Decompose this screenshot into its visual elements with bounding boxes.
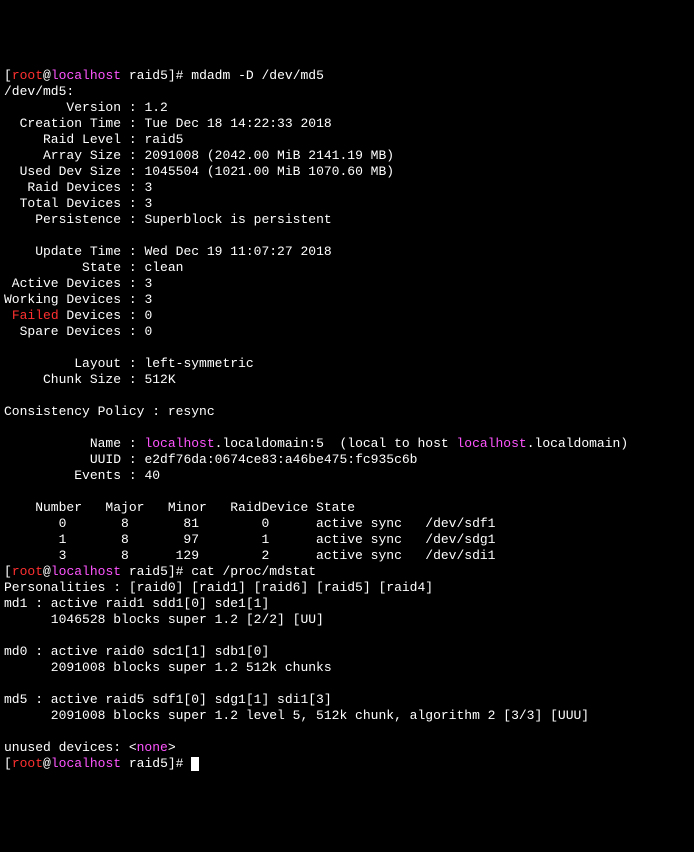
field-ctime: Creation Time : Tue Dec 18 14:22:33 2018 — [4, 116, 332, 131]
field-consistency-policy: Consistency Policy : resync — [4, 404, 215, 419]
field-raid-devices: Raid Devices : 3 — [4, 180, 152, 195]
mdstat-md1: md1 : active raid1 sdd1[0] sde1[1] — [4, 596, 269, 611]
field-raid-level: Raid Level : raid5 — [4, 132, 183, 147]
device-row: 0 8 81 0 active sync /dev/sdf1 — [4, 516, 495, 531]
terminal-output: [root@localhost raid5]# mdadm -D /dev/md… — [4, 68, 690, 772]
field-persistence: Persistence : Superblock is persistent — [4, 212, 332, 227]
field-name: Name : localhost.localdomain:5 (local to… — [4, 436, 628, 451]
field-failed-devices: Failed Devices : 0 — [4, 308, 152, 323]
field-chunk-size: Chunk Size : 512K — [4, 372, 176, 387]
cursor-icon — [191, 757, 199, 771]
host-text: localhost — [51, 68, 121, 83]
device-path: /dev/md5: — [4, 84, 74, 99]
field-uuid: UUID : e2df76da:0674ce83:a46be475:fc935c… — [4, 452, 417, 467]
field-active-devices: Active Devices : 3 — [4, 276, 152, 291]
mdstat-unused: unused devices: <none> — [4, 740, 176, 755]
mdstat-md0: md0 : active raid0 sdc1[1] sdb1[0] — [4, 644, 269, 659]
prompt-line[interactable]: [root@localhost raid5]# mdadm -D /dev/md… — [4, 68, 324, 83]
field-version: Version : 1.2 — [4, 100, 168, 115]
device-row: 1 8 97 1 active sync /dev/sdg1 — [4, 532, 495, 547]
field-working-devices: Working Devices : 3 — [4, 292, 152, 307]
command-text: mdadm -D /dev/md5 — [191, 68, 324, 83]
device-row: 3 8 129 2 active sync /dev/sdi1 — [4, 548, 495, 563]
mdstat-md0-detail: 2091008 blocks super 1.2 512k chunks — [4, 660, 332, 675]
field-used-size: Used Dev Size : 1045504 (1021.00 MiB 107… — [4, 164, 394, 179]
field-layout: Layout : left-symmetric — [4, 356, 254, 371]
host-text: localhost — [51, 756, 121, 771]
field-update-time: Update Time : Wed Dec 19 11:07:27 2018 — [4, 244, 332, 259]
field-state: State : clean — [4, 260, 183, 275]
field-total-devices: Total Devices : 3 — [4, 196, 152, 211]
prompt-line[interactable]: [root@localhost raid5]# — [4, 756, 199, 771]
command-text: cat /proc/mdstat — [191, 564, 316, 579]
field-events: Events : 40 — [4, 468, 160, 483]
user-text: root — [12, 564, 43, 579]
field-spare-devices: Spare Devices : 0 — [4, 324, 152, 339]
host-text: localhost — [51, 564, 121, 579]
mdstat-md5-detail: 2091008 blocks super 1.2 level 5, 512k c… — [4, 708, 589, 723]
device-table-header: Number Major Minor RaidDevice State — [4, 500, 355, 515]
mdstat-personalities: Personalities : [raid0] [raid1] [raid6] … — [4, 580, 433, 595]
mdstat-md1-detail: 1046528 blocks super 1.2 [2/2] [UU] — [4, 612, 324, 627]
mdstat-md5: md5 : active raid5 sdf1[0] sdg1[1] sdi1[… — [4, 692, 332, 707]
user-text: root — [12, 756, 43, 771]
prompt-line[interactable]: [root@localhost raid5]# cat /proc/mdstat — [4, 564, 316, 579]
user-text: root — [12, 68, 43, 83]
field-array-size: Array Size : 2091008 (2042.00 MiB 2141.1… — [4, 148, 394, 163]
